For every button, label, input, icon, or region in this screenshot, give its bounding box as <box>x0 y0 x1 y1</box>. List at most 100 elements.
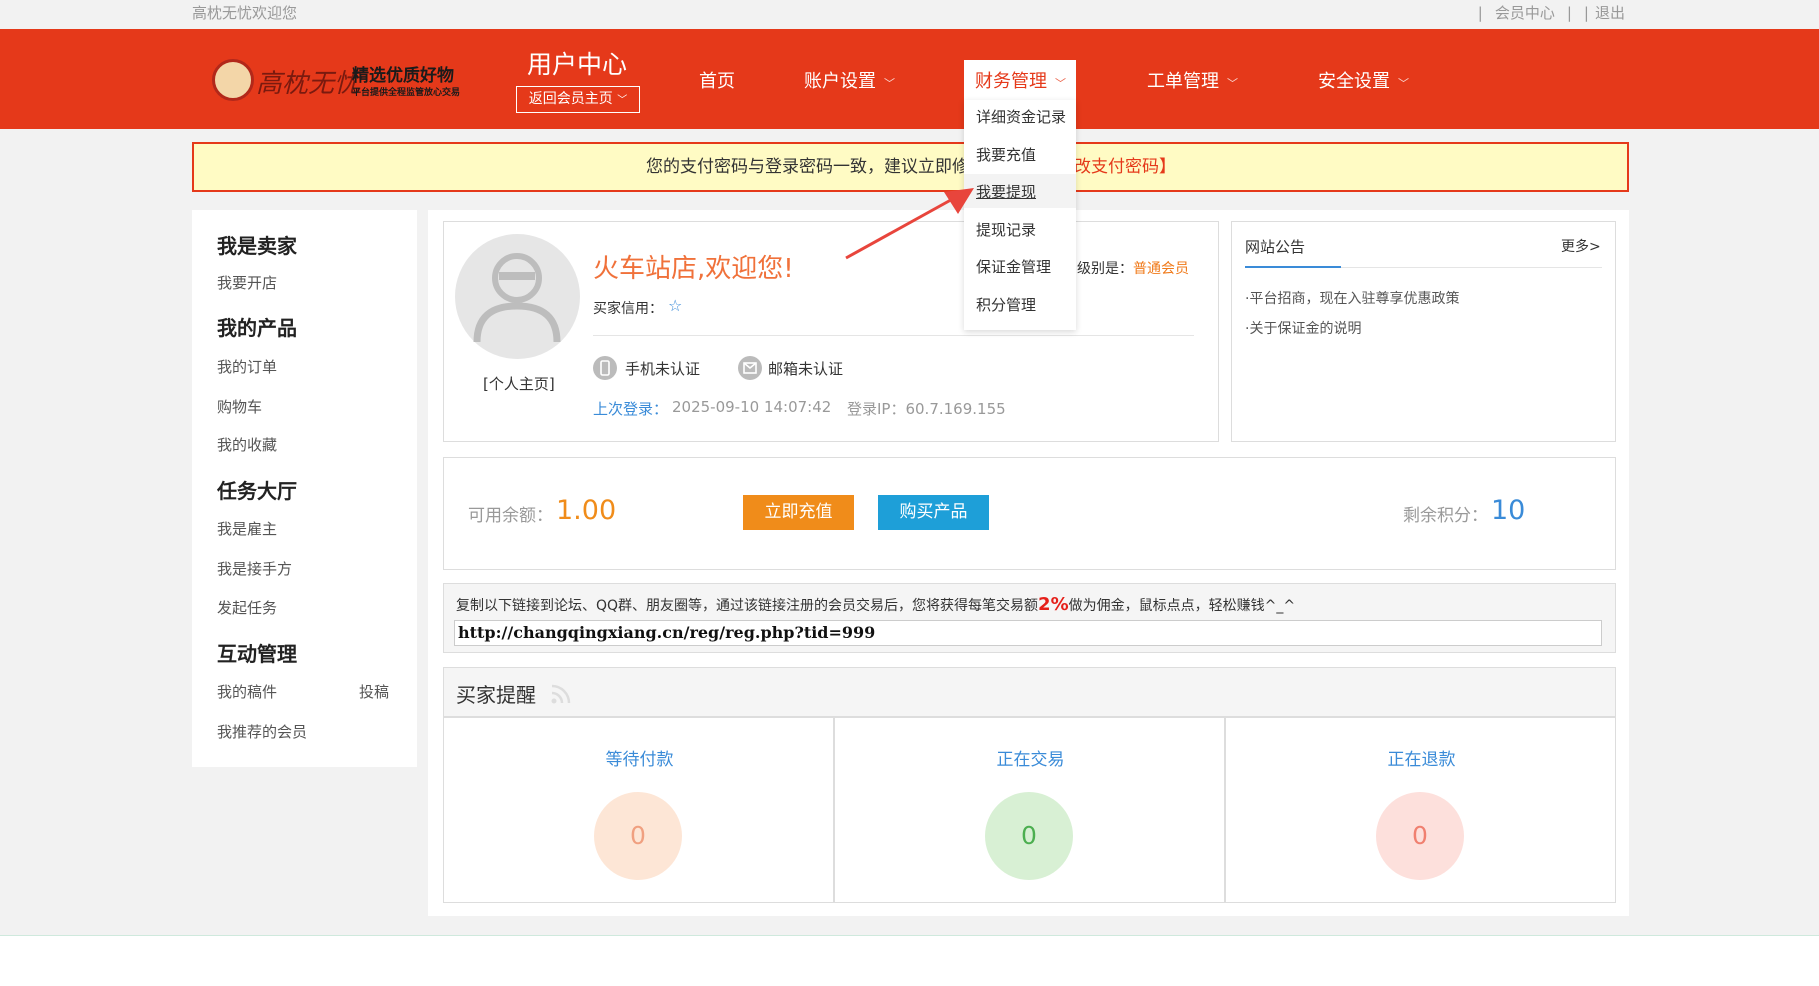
menu-item-deposit-management[interactable]: 保证金管理 <box>976 256 1051 277</box>
reminder-label[interactable]: 正在交易 <box>835 745 1226 770</box>
buyer-credit-label: 买家信用： <box>593 301 663 317</box>
reminder-cell-refunding[interactable]: 正在退款 0 <box>1225 717 1616 903</box>
reminder-label[interactable]: 正在退款 <box>1226 745 1617 770</box>
more-link[interactable]: 更多> <box>1561 236 1601 256</box>
separator: | <box>1566 4 1572 22</box>
last-login-label: 上次登录： <box>593 400 669 418</box>
sidebar-item-my-drafts[interactable]: 我的稿件 <box>217 681 277 702</box>
separator: | <box>1477 4 1483 22</box>
sidebar-item-cart[interactable]: 购物车 <box>217 396 262 417</box>
sidebar-item-referred-members[interactable]: 我推荐的会员 <box>217 721 307 742</box>
mail-icon <box>738 356 762 380</box>
avatar[interactable] <box>455 234 580 359</box>
footer <box>0 936 1819 986</box>
star-icon: ☆ <box>668 296 683 315</box>
notice-item[interactable]: ·平台招商，现在入驻尊享优惠政策 <box>1245 288 1459 308</box>
nav-home[interactable]: 首页 <box>699 67 735 93</box>
phone-icon <box>593 356 617 380</box>
sidebar: 我是卖家 我要开店 我的产品 我的订单 购物车 我的收藏 任务大厅 我是雇主 我… <box>192 210 417 767</box>
menu-item-points-management[interactable]: 积分管理 <box>976 294 1036 315</box>
logo-slogan: 精选优质好物 <box>352 66 454 86</box>
mascot-icon <box>212 59 254 101</box>
reminder-cell-in-trade[interactable]: 正在交易 0 <box>834 717 1225 903</box>
reminder-count: 0 <box>1376 792 1464 880</box>
menu-item-withdraw[interactable]: 我要提现 <box>976 181 1036 202</box>
welcome-text: 高枕无忧欢迎您 <box>192 4 298 22</box>
top-bar: 高枕无忧欢迎您 | 会员中心 | | 退出 <box>0 0 1819 29</box>
nav-account-label: 账户设置 <box>804 71 876 92</box>
logo-brand: 高枕无忧 <box>256 69 361 99</box>
sidebar-heading-products: 我的产品 <box>217 316 297 340</box>
login-ip: 登录IP：60.7.169.155 <box>847 400 1006 418</box>
greeting: 火车站店,欢迎您! <box>593 254 794 284</box>
sidebar-item-employer[interactable]: 我是雇主 <box>217 518 277 539</box>
nav-security-label: 安全设置 <box>1318 71 1390 92</box>
sidebar-item-favorites[interactable]: 我的收藏 <box>217 434 277 455</box>
top-links: | 会员中心 | | 退出 <box>1472 2 1631 23</box>
menu-item-fund-details[interactable]: 详细资金记录 <box>976 106 1066 127</box>
chevron-down-icon: ﹀ <box>617 95 628 106</box>
reminder-cell-pending-payment[interactable]: 等待付款 0 <box>443 717 834 903</box>
phone-verification-status[interactable]: 手机未认证 <box>625 358 700 379</box>
nav-finance-label-wrap[interactable]: 财务管理 ﹀ <box>975 67 1066 93</box>
nav-home-label: 首页 <box>699 71 735 92</box>
recharge-now-button[interactable]: 立即充值 <box>743 495 854 530</box>
buy-product-button[interactable]: 购买产品 <box>878 495 989 530</box>
nav-ticket-management[interactable]: 工单管理 ﹀ <box>1147 67 1238 93</box>
page-title: 用户中心 <box>527 50 628 79</box>
finance-dropdown-menu: 详细资金记录 我要充值 我要提现 提现记录 保证金管理 积分管理 <box>964 100 1076 330</box>
nav-account-settings[interactable]: 账户设置 ﹀ <box>804 67 895 93</box>
points-label: 剩余积分： <box>1403 506 1488 526</box>
chevron-down-icon: ﹀ <box>1055 77 1066 90</box>
commission-percent: 2% <box>1038 594 1069 615</box>
sidebar-heading-seller: 我是卖家 <box>217 234 297 258</box>
referral-text-before: 复制以下链接到论坛、QQ群、朋友圈等，通过该链接注册的会员交易后，您将获得每笔交… <box>456 598 1039 614</box>
buyer-reminder-header <box>443 667 1616 717</box>
chevron-down-icon: ﹀ <box>1227 77 1238 90</box>
nav-security-settings[interactable]: 安全设置 ﹀ <box>1318 67 1409 93</box>
menu-item-withdraw-records[interactable]: 提现记录 <box>976 219 1036 240</box>
divider <box>593 335 1194 336</box>
logout-link[interactable]: 退出 <box>1595 4 1625 22</box>
sidebar-item-submit[interactable]: 投稿 <box>359 681 389 702</box>
site-notice-title: 网站公告 <box>1245 238 1306 256</box>
points-value: 10 <box>1491 495 1526 526</box>
tab-underline <box>1245 266 1341 268</box>
chevron-down-icon: ﹀ <box>1398 77 1409 90</box>
personal-home-link[interactable]: [个人主页] <box>483 373 555 394</box>
back-button-label: 返回会员主页 <box>528 91 613 107</box>
notice-item[interactable]: ·关于保证金的说明 <box>1245 318 1361 338</box>
level-label: 级别是： <box>1077 261 1133 277</box>
email-verification-status[interactable]: 邮箱未认证 <box>768 358 843 379</box>
sidebar-item-taker[interactable]: 我是接手方 <box>217 558 292 579</box>
menu-item-recharge[interactable]: 我要充值 <box>976 144 1036 165</box>
referral-text-after: 做为佣金，鼠标点点，轻松赚钱^_^ <box>1068 598 1296 614</box>
annotation-arrow-icon <box>845 188 974 260</box>
available-balance-value: 1.00 <box>556 495 617 526</box>
sidebar-item-open-shop[interactable]: 我要开店 <box>217 272 277 293</box>
change-pay-password-link[interactable]: 改支付密码】 <box>1074 144 1176 190</box>
sidebar-item-my-orders[interactable]: 我的订单 <box>217 356 277 377</box>
header: 高枕无忧 精选优质好物 平台提供全程监管放心交易 用户中心 返回会员主页 ﹀ 首… <box>0 29 1819 129</box>
member-center-link[interactable]: 会员中心 <box>1495 4 1555 22</box>
level-value: 普通会员 <box>1133 261 1189 277</box>
chevron-down-icon: ﹀ <box>884 77 895 90</box>
reminder-count: 0 <box>985 792 1073 880</box>
sidebar-heading-tasks: 任务大厅 <box>217 479 297 503</box>
nav-finance-label: 财务管理 <box>975 71 1047 92</box>
member-level: 级别是：普通会员 <box>1077 258 1189 278</box>
site-logo[interactable]: 高枕无忧 精选优质好物 平台提供全程监管放心交易 <box>212 53 472 109</box>
sidebar-heading-interact: 互动管理 <box>217 642 297 666</box>
reminder-label[interactable]: 等待付款 <box>444 745 835 770</box>
rss-icon <box>551 684 571 704</box>
referral-link-input[interactable]: http://changqingxiang.cn/reg/reg.php?tid… <box>454 620 1602 646</box>
user-icon <box>473 253 561 343</box>
logo-subtitle: 平台提供全程监管放心交易 <box>352 88 461 98</box>
separator: | <box>1583 4 1589 22</box>
buyer-reminder-title: 买家提醒 <box>456 683 536 707</box>
sidebar-item-publish-task[interactable]: 发起任务 <box>217 597 277 618</box>
last-login-value: 2025-09-10 14:07:42 <box>672 398 832 416</box>
back-to-member-home-button[interactable]: 返回会员主页 ﹀ <box>516 86 640 113</box>
nav-ticket-label: 工单管理 <box>1147 71 1219 92</box>
available-balance-label: 可用余额： <box>468 506 553 526</box>
